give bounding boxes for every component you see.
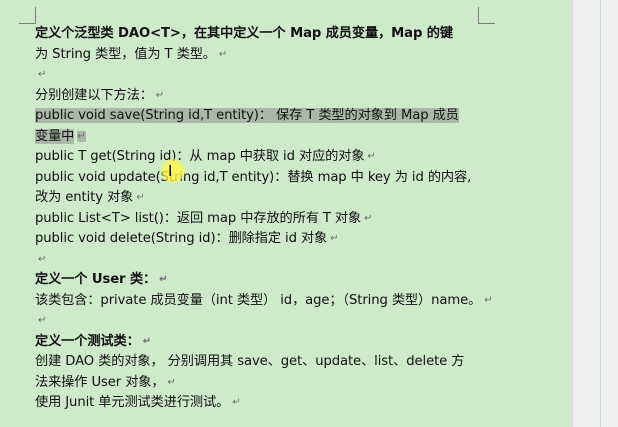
methods-intro: 分别创建以下方法： ↵ — [35, 87, 165, 103]
blank-line: ↵ — [35, 65, 483, 86]
method-update-line1: public void update(String id,T entity)：替… — [35, 169, 472, 185]
scrollbar-divider — [600, 0, 601, 427]
method-save-line2: 变量中 ↵ — [35, 127, 483, 148]
method-list: public List<T> list()：返回 map 中存放的所有 T 对象… — [35, 210, 373, 226]
text-selection[interactable]: public void save(String id,T entity)： 保存… — [35, 108, 459, 123]
document-page[interactable]: 定义个泛型类 DAO<T>，在其中定义一个 Map 成员变量，Map 的键 为 … — [0, 0, 572, 427]
paragraph-mark-icon: ↵ — [38, 253, 47, 265]
paragraph-mark-icon: ↵ — [159, 274, 168, 285]
section1-title: 定义个泛型类 DAO<T>，在其中定义一个 Map 成员变量，Map 的键 — [35, 26, 453, 41]
blank-line: ↵ — [35, 311, 483, 332]
method-update-line2: 改为 entity 对象 ↵ — [35, 190, 145, 205]
text-cursor-icon: I — [168, 162, 173, 180]
blank-line: ↵ — [35, 250, 483, 271]
method-delete: public void delete(String id)：删除指定 id 对象… — [35, 231, 339, 246]
section1-title-cont: 为 String 类型，值为 T 类型。 ↵ — [35, 46, 228, 62]
paragraph-mark-icon: ↵ — [367, 151, 376, 162]
paragraph-mark-icon: ↵ — [364, 212, 373, 224]
paragraph-mark-icon: ↵ — [155, 89, 165, 101]
section2-desc: 该类包含：private 成员变量（int 类型） id，age；（String… — [35, 292, 493, 308]
paragraph-mark-icon: ↵ — [484, 294, 493, 306]
crop-mark-top-right — [478, 7, 495, 24]
paragraph-mark-icon: ↵ — [232, 397, 241, 408]
paragraph-mark-icon: ↵ — [38, 69, 47, 80]
cursor-highlight — [160, 158, 186, 184]
section3-line3: 使用 Junit 单元测试类进行测试。 ↵ — [35, 395, 241, 410]
section2-title: 定义一个 User 类： ↵ — [35, 272, 168, 287]
paragraph-mark-icon: ↵ — [330, 233, 339, 244]
document-body[interactable]: 定义个泛型类 DAO<T>，在其中定义一个 Map 成员变量，Map 的键 为 … — [35, 24, 493, 414]
paragraph-mark-icon: ↵ — [167, 376, 176, 388]
method-get: public T get(String id)：从 map 中获取 id 对应的… — [35, 149, 376, 164]
section3-line2: 法来操作 User 对象， ↵ — [35, 374, 176, 390]
paragraph-mark-icon: ↵ — [218, 48, 228, 60]
paragraph-mark-icon: ↵ — [136, 192, 145, 203]
crop-mark-top-left — [19, 7, 36, 24]
section3-line1: 创建 DAO 类的对象， 分别调用其 save、get、update、list、… — [35, 354, 465, 369]
section3-title: 定义一个测试类： ↵ — [35, 333, 151, 349]
text-selection[interactable]: 变量中 — [35, 128, 74, 144]
method-save-line1: public void save(String id,T entity)： 保存… — [35, 106, 483, 127]
paragraph-mark-icon: ↵ — [142, 335, 151, 347]
right-margin-area — [572, 0, 618, 427]
paragraph-mark-icon: ↵ — [77, 130, 86, 142]
paragraph-mark-icon: ↵ — [38, 315, 47, 326]
